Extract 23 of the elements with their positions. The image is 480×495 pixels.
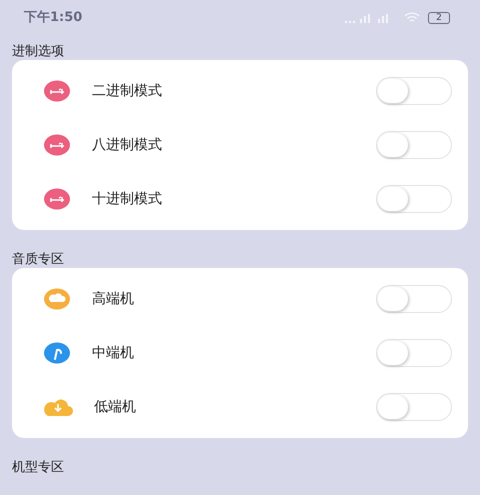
setting-label: 高端机	[92, 290, 135, 308]
section-title: 进制选项	[11, 43, 65, 60]
toggle-switch[interactable]	[376, 393, 452, 421]
setting-label: 二进制模式	[92, 82, 163, 100]
ruler-badge-icon	[43, 80, 71, 102]
setting-label: 八进制模式	[92, 136, 163, 154]
setting-label: 十进制模式	[92, 190, 163, 208]
status-time: 下午1:50	[24, 9, 82, 28]
toggle-switch[interactable]	[376, 185, 452, 213]
setting-label: 中端机	[92, 344, 135, 362]
section-title: 机型专区	[11, 459, 65, 476]
battery-icon: 2	[428, 12, 450, 24]
ruler-badge-icon	[43, 188, 71, 210]
toggle-switch[interactable]	[376, 131, 452, 159]
toggle-switch[interactable]	[376, 285, 452, 313]
section-title: 音质专区	[11, 251, 65, 268]
setting-label: 低端机	[94, 398, 137, 416]
toggle-switch[interactable]	[376, 339, 452, 367]
wifi-icon	[404, 12, 420, 24]
ruler-badge-icon	[43, 134, 71, 156]
toggle-switch[interactable]	[376, 77, 452, 105]
hook-circle-icon	[43, 342, 71, 364]
cloud-icon	[43, 288, 71, 310]
